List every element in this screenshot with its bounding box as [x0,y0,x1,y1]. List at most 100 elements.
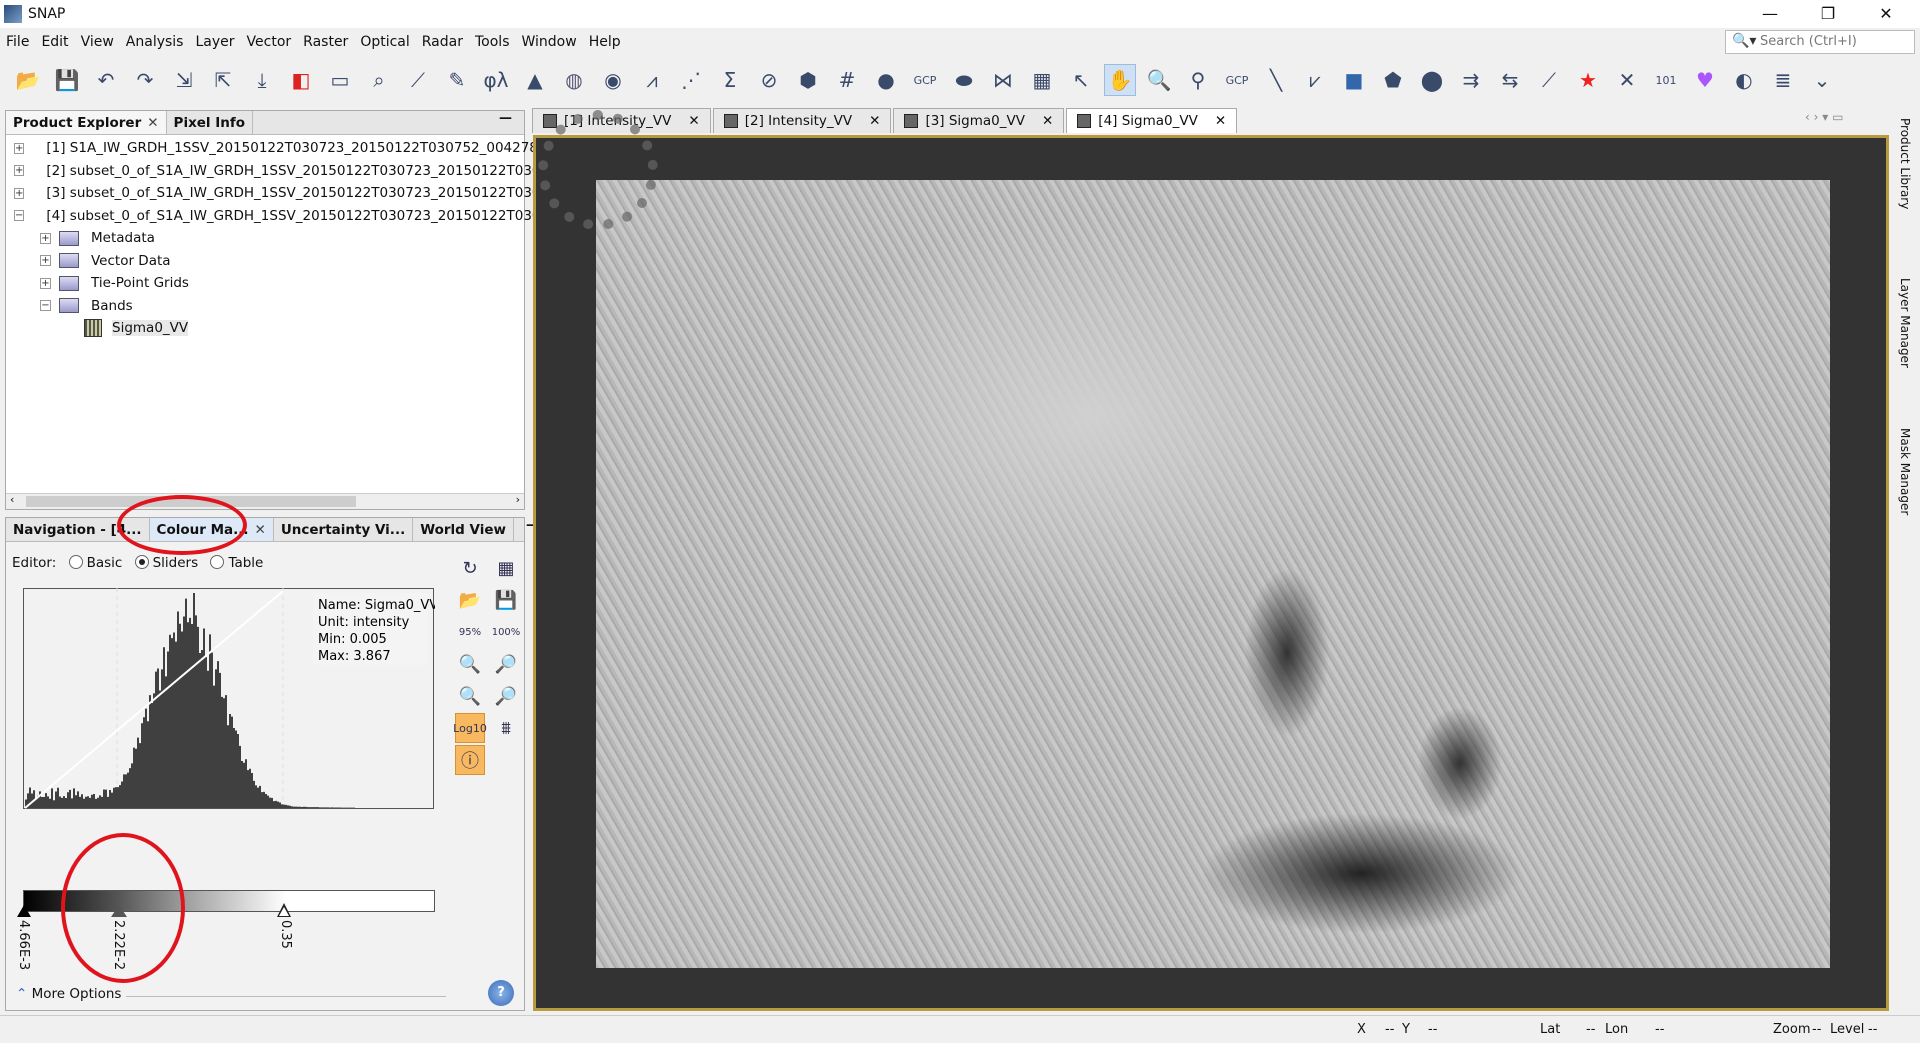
pan-icon[interactable]: ✋ [1104,64,1136,96]
line-icon[interactable]: ╲ [1260,64,1292,96]
select-icon[interactable]: ↖ [1065,64,1097,96]
save-product-icon[interactable]: 💾 [51,64,83,96]
menu-edit[interactable]: Edit [35,32,74,54]
menu-file[interactable]: File [0,32,35,54]
zoom-out-horizontal-icon[interactable]: 🔎 [491,681,521,711]
collapse-icon[interactable]: − [40,300,51,311]
pin-placing-icon[interactable]: ⚲ [1182,64,1214,96]
menu-help[interactable]: Help [583,32,627,54]
zoom-out-vertical-icon[interactable]: 🔎 [491,649,521,679]
slider-handle-min[interactable] [17,905,31,917]
expand-icon[interactable]: + [40,278,51,289]
tab-nav-controls[interactable]: ‹ › ▾ ▭ [1805,110,1843,124]
scroll-left-icon[interactable]: ‹ [10,493,14,506]
graph-tool-icon[interactable]: ⋈ [987,64,1019,96]
scroll-right-icon[interactable]: › [516,493,520,506]
world-map-icon[interactable]: ◐ [1728,64,1760,96]
measure-icon[interactable]: ⇆ [1494,64,1526,96]
tab-pixel-info[interactable]: Pixel Info [167,111,254,134]
histogram[interactable]: Name: Sigma0_VV Unit: intensity Min: 0.0… [23,588,435,818]
product-node[interactable]: + [1] S1A_IW_GRDH_1SSV_20150122T030723_20… [10,137,520,160]
menu-raster[interactable]: Raster [297,32,354,54]
radio-basic[interactable] [69,555,83,569]
statistics-icon[interactable]: Σ [714,64,746,96]
zoom-in-horizontal-icon[interactable]: 🔍 [455,681,485,711]
menu-view[interactable]: View [75,32,120,54]
folder-node-tie-point-grids[interactable]: + Tie-Point Grids [10,272,520,295]
restore-button[interactable]: ❐ [1805,2,1851,26]
help-button[interactable]: ? [488,980,514,1006]
gcp-tool-icon[interactable]: GCP [909,64,941,96]
gcp-placing-icon[interactable]: GCP [1221,64,1253,96]
menu-layer[interactable]: Layer [189,32,240,54]
zoom-in-vertical-icon[interactable]: 🔍 [455,649,485,679]
band-maths-icon[interactable]: ▭ [324,64,356,96]
folder-node-bands[interactable]: − Bands [10,295,520,318]
tab-product-explorer[interactable]: Product Explorer ✕ [6,111,167,134]
distribute-sliders-icon[interactable]: ⩩ [491,713,521,743]
folder-node-vector-data[interactable]: + Vector Data [10,250,520,273]
more-icon[interactable]: ⌄ [1806,64,1838,96]
cross-icon[interactable]: ✕ [1611,64,1643,96]
ellipse-icon[interactable]: ⬬ [948,64,980,96]
open-product-icon[interactable]: 📂 [12,64,44,96]
expand-icon[interactable]: + [14,143,24,154]
reset-icon[interactable]: ↻ [455,553,485,583]
menu-tools[interactable]: Tools [469,32,516,54]
expand-icon[interactable]: + [14,165,24,176]
pin-icon[interactable]: ⟋ [402,64,434,96]
rectangle-icon[interactable]: ■ [1338,64,1370,96]
product-node[interactable]: + [3] subset_0_of_S1A_IW_GRDH_1SSV_201501… [10,182,520,205]
collapse-icon[interactable]: − [14,210,24,221]
close-icon[interactable]: ✕ [147,115,158,131]
close-icon[interactable]: ✕ [869,113,880,129]
image-tab[interactable]: [3] Sigma0_VV ✕ [893,108,1064,133]
product-node[interactable]: − [4] subset_0_of_S1A_IW_GRDH_1SSV_201501… [10,205,520,228]
zoom-icon[interactable]: 🔍 [1143,64,1175,96]
menu-radar[interactable]: Radar [416,32,469,54]
redo-icon[interactable]: ↷ [129,64,161,96]
undo-icon[interactable]: ↶ [90,64,122,96]
info-icon[interactable]: ⓘ [455,745,485,775]
graph-icon[interactable]: φλ [480,64,512,96]
percent-100-button[interactable]: 100% [491,617,521,647]
graph-builder-icon[interactable]: ⬢ [792,64,824,96]
band-node-sigma0-vv[interactable]: Sigma0_VV [10,317,520,340]
scatter-plot-icon[interactable]: ⋰ [675,64,707,96]
search-input[interactable]: 🔍▾ Search (Ctrl+I) [1725,30,1915,54]
expand-icon[interactable]: + [40,233,51,244]
import-palette-icon[interactable]: 📂 [455,585,485,615]
horizontal-scrollbar[interactable]: ‹ › [6,493,524,509]
polyline-icon[interactable]: ⩗ [1299,64,1331,96]
tab-uncertainty-visualisation[interactable]: Uncertainty Vi... [274,518,413,541]
expand-icon[interactable]: + [40,255,51,266]
image-tab[interactable]: [4] Sigma0_VV ✕ [1066,108,1237,133]
export-icon[interactable]: ⇱ [207,64,239,96]
batch-icon[interactable]: ▦ [1026,64,1058,96]
tab-world-view[interactable]: World View [413,518,514,541]
profile-plot-icon[interactable]: ⩘ [636,64,668,96]
radio-table[interactable] [210,555,224,569]
close-icon[interactable]: ✕ [255,522,266,538]
product-node[interactable]: + [2] subset_0_of_S1A_IW_GRDH_1SSV_201501… [10,160,520,183]
image-tab[interactable]: [2] Intensity_VV ✕ [713,108,892,133]
navigation-control[interactable] [538,110,658,230]
expand-icon[interactable]: + [14,188,24,199]
close-icon[interactable]: ✕ [1215,113,1226,129]
rgb-image-icon[interactable]: ◧ [285,64,317,96]
radio-sliders[interactable] [135,555,149,569]
minimize-panel-button[interactable]: — [487,111,524,134]
polygon-icon[interactable]: ⬟ [1377,64,1409,96]
export-other-icon[interactable]: ⤓ [246,64,278,96]
layers-icon[interactable]: ≣ [1767,64,1799,96]
binary-icon[interactable]: 101 [1650,64,1682,96]
menu-window[interactable]: Window [516,32,583,54]
sidebar-product-library[interactable]: Product Library [1898,118,1912,258]
heart-icon[interactable]: ♥ [1689,64,1721,96]
ellipse-draw-icon[interactable]: ⬤ [1416,64,1448,96]
close-button[interactable]: ✕ [1863,2,1909,26]
mask-icon[interactable]: ⊘ [753,64,785,96]
close-icon[interactable]: ✕ [688,113,699,129]
scatter-3d-icon[interactable]: ◉ [597,64,629,96]
menu-optical[interactable]: Optical [354,32,415,54]
